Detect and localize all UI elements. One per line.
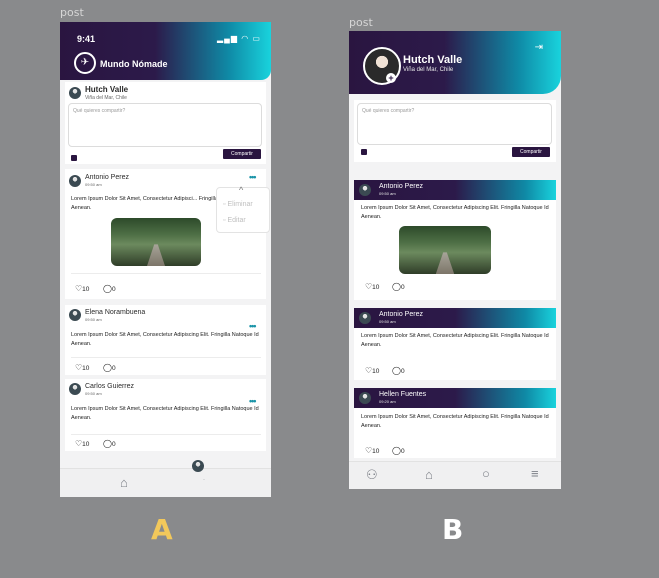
users-icon[interactable]: ⚇	[366, 467, 378, 483]
divider	[71, 434, 261, 435]
comment-icon: ◯	[103, 439, 112, 448]
post-time: 09:50 am	[85, 182, 102, 187]
post-card: Hellen Fuentes 09:20 am Lorem Ipsum Dolo…	[354, 388, 556, 458]
post-author: Carlos Guierrez	[85, 383, 135, 390]
frame-label-b: post	[349, 16, 373, 29]
logout-icon[interactable]: ⇥	[535, 42, 543, 53]
compose-user-name: Hutch Valle	[85, 85, 129, 94]
avatar	[359, 184, 371, 196]
post-time: 09:50 am	[85, 391, 102, 396]
post-card: Antonio Perez 09:50 am Lorem Ipsum Dolor…	[354, 308, 556, 380]
divider	[71, 357, 261, 358]
compose-card: Qué quieres compartir? Compartir	[354, 100, 556, 162]
status-time: 9:41	[77, 34, 96, 44]
plus-icon[interactable]: +	[386, 73, 396, 83]
post-text: Lorem Ipsum Dolor Sit Amet, Consectetur …	[71, 406, 259, 421]
chevron-up-icon[interactable]: ^	[239, 185, 243, 195]
like-count[interactable]: ♡10	[365, 446, 379, 455]
profile-name: Hutch Valle	[403, 54, 463, 66]
post-author: Hellen Fuentes	[379, 391, 427, 398]
hamburger-icon[interactable]: ≡	[531, 466, 539, 481]
frame-label-a: post	[60, 6, 84, 19]
comment-icon: ◯	[103, 363, 112, 372]
compose-card: Hutch Valle Viña del Mar, Chile Qué quie…	[65, 82, 266, 164]
compose-input[interactable]: Qué quieres compartir?	[68, 103, 262, 147]
like-count[interactable]: ♡10	[365, 282, 379, 291]
post-author: Antonio Perez	[379, 311, 423, 318]
like-count[interactable]: ♡10	[75, 363, 89, 372]
more-dots-icon[interactable]: •••	[249, 321, 257, 331]
edit-icon: ▫	[223, 217, 226, 224]
bottom-nav: ⚇ ⌂ ○ ≡	[349, 461, 561, 489]
avatar	[69, 87, 81, 99]
comment-count[interactable]: ◯0	[103, 363, 116, 372]
comment-count[interactable]: ◯0	[392, 366, 405, 375]
nav-dot-icon[interactable]: ·	[203, 477, 205, 483]
comment-icon: ◯	[103, 284, 112, 293]
like-count[interactable]: ♡10	[75, 439, 89, 448]
post-image	[111, 218, 201, 266]
compose-placeholder: Qué quieres compartir?	[362, 108, 415, 114]
bottom-nav: ⌂ ·	[60, 468, 271, 497]
profile-avatar[interactable]	[192, 460, 204, 472]
like-count[interactable]: ♡10	[365, 366, 379, 375]
post-author: Antonio Perez	[379, 183, 423, 190]
menu-edit[interactable]: ▫ Editar	[223, 217, 246, 224]
post-image	[399, 226, 491, 274]
post-text: Lorem Ipsum Dolor Sit Amet, Consectetur …	[361, 333, 549, 348]
profile-location: Viña del Mar, Chile	[403, 67, 454, 73]
home-icon[interactable]: ⌂	[425, 467, 433, 482]
menu-delete[interactable]: ▫ Eliminar	[223, 201, 253, 208]
like-count[interactable]: ♡10	[75, 284, 89, 293]
compose-user-location: Viña del Mar, Chile	[85, 95, 127, 101]
comment-count[interactable]: ◯0	[103, 284, 116, 293]
avatar	[359, 312, 371, 324]
plane-logo-icon: ✈	[74, 52, 96, 74]
post-time: 09:50 am	[379, 191, 396, 196]
post-time: 09:50 am	[379, 319, 396, 324]
avatar	[359, 392, 371, 404]
post-text: Lorem Ipsum Dolor Sit Amet, Consectetur …	[361, 414, 549, 429]
avatar	[69, 309, 81, 321]
avatar	[69, 175, 81, 187]
home-icon[interactable]: ⌂	[120, 475, 128, 490]
compose-input[interactable]: Qué quieres compartir?	[357, 103, 552, 145]
status-icons: ▂▄▆ ◠ ▭	[217, 34, 261, 43]
comment-count[interactable]: ◯0	[392, 446, 405, 455]
compose-placeholder: Qué quieres compartir?	[73, 108, 126, 114]
share-button[interactable]: Compartir	[223, 149, 261, 159]
post-text: Lorem Ipsum Dolor Sit Amet, Consectetur …	[71, 332, 259, 347]
comment-count[interactable]: ◯0	[103, 439, 116, 448]
app-title: Mundo Nómade	[100, 59, 168, 69]
avatar	[69, 383, 81, 395]
post-author: Elena Norambuena	[85, 309, 146, 316]
image-icon[interactable]	[361, 149, 367, 155]
comment-icon: ◯	[392, 446, 401, 455]
trash-icon: ▫	[223, 201, 226, 208]
post-options-menu: ^ ▫ Eliminar ▫ Editar	[216, 185, 270, 233]
variant-label-b: B	[442, 513, 464, 546]
divider	[71, 273, 261, 274]
share-button[interactable]: Compartir	[512, 147, 550, 157]
chat-icon[interactable]: ○	[482, 466, 490, 481]
post-author: Antonio Perez	[85, 174, 129, 181]
post-card: Elena Norambuena 09:50 am ••• Lorem Ipsu…	[65, 305, 266, 375]
post-time: 09:20 am	[379, 399, 396, 404]
phone-a: 9:41 ▂▄▆ ◠ ▭ ✈ Mundo Nómade Hutch Valle …	[60, 22, 271, 497]
comment-icon: ◯	[392, 282, 401, 291]
more-dots-icon[interactable]: •••	[249, 172, 257, 182]
post-text: Lorem Ipsum Dolor Sit Amet, Consectetur …	[361, 205, 549, 220]
comment-icon: ◯	[392, 366, 401, 375]
phone-b: + Hutch Valle Viña del Mar, Chile ⇥ Qué …	[349, 31, 561, 489]
post-card: Carlos Guierrez 09:50 am ••• Lorem Ipsum…	[65, 379, 266, 451]
post-time: 09:50 am	[85, 317, 102, 322]
image-icon[interactable]	[71, 155, 77, 161]
comment-count[interactable]: ◯0	[392, 282, 405, 291]
variant-label-a: A	[151, 513, 173, 546]
post-card: Antonio Perez 09:50 am Lorem Ipsum Dolor…	[354, 180, 556, 300]
